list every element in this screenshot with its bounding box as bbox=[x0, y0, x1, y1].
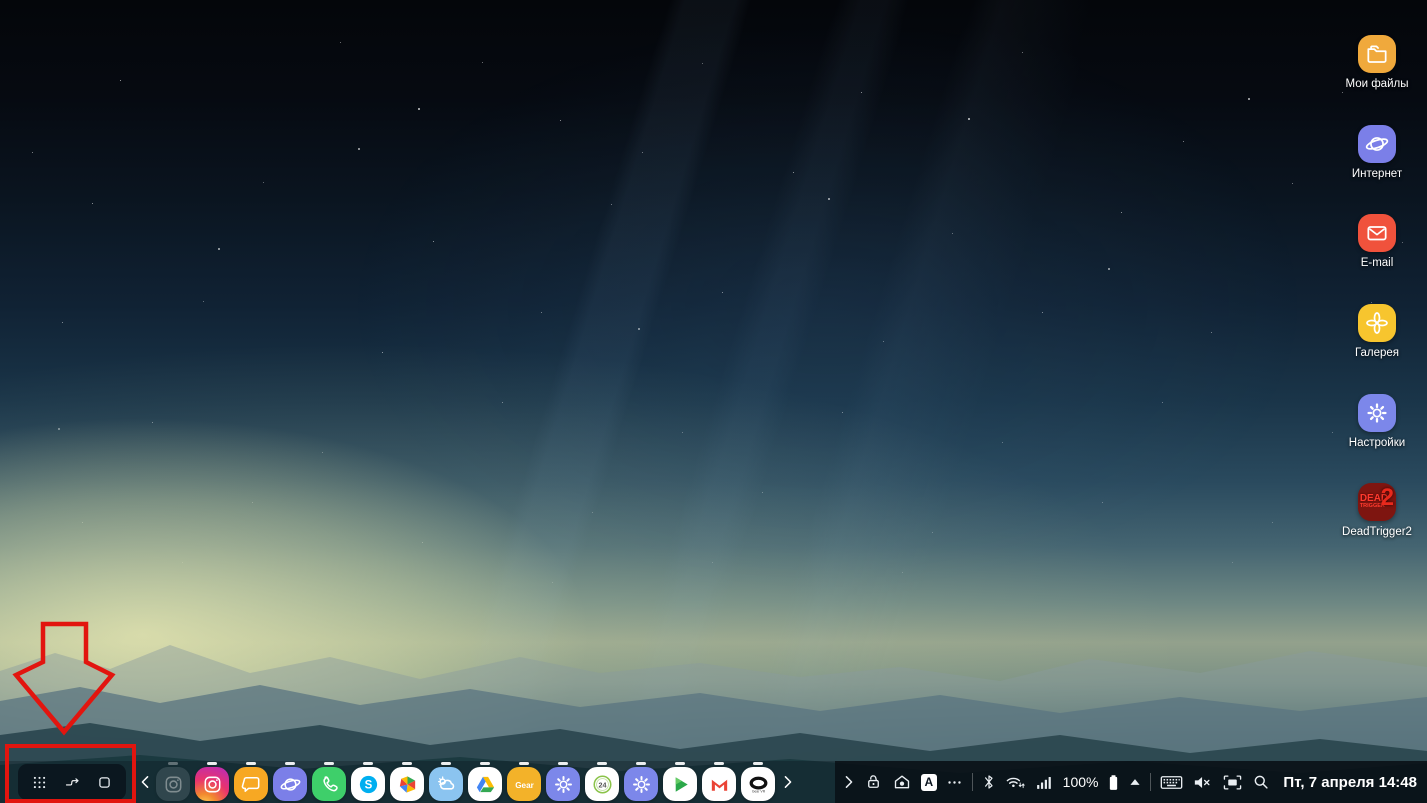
dead-trigger-2-icon: DEADTRIGGER2 bbox=[1358, 483, 1396, 521]
taskbar-app-internet-browser[interactable] bbox=[273, 761, 307, 803]
settings-icon bbox=[546, 767, 580, 801]
taskbar-app-messages[interactable] bbox=[234, 761, 268, 803]
system-tray: A 100% Пт, 7 апреля 14:48 bbox=[835, 761, 1427, 803]
weather-icon bbox=[429, 767, 463, 801]
running-indicator bbox=[753, 762, 763, 765]
settings-2-icon bbox=[624, 767, 658, 801]
taskbar-app-play-puzzle[interactable] bbox=[390, 761, 424, 803]
messages-icon bbox=[234, 767, 268, 801]
taskbar-app-instagram[interactable] bbox=[195, 761, 229, 803]
gallery-icon bbox=[1358, 304, 1396, 342]
taskbar-app-settings-2[interactable] bbox=[624, 761, 658, 803]
desktop-icon-label: Интернет bbox=[1352, 168, 1402, 181]
running-indicator bbox=[168, 762, 178, 765]
more-options-icon[interactable] bbox=[946, 774, 963, 791]
running-indicator bbox=[324, 762, 334, 765]
taskbar-app-gmail[interactable] bbox=[702, 761, 736, 803]
expand-up-icon[interactable] bbox=[1129, 777, 1141, 787]
tray-expand-icon[interactable] bbox=[843, 774, 855, 790]
running-indicator bbox=[207, 762, 217, 765]
keyboard-language-indicator[interactable]: A bbox=[921, 774, 937, 791]
internet-browser-icon bbox=[273, 767, 307, 801]
bluetooth-icon[interactable] bbox=[982, 773, 996, 791]
samsung-gear-icon: Gear bbox=[507, 767, 541, 801]
lock-open-icon[interactable] bbox=[864, 773, 883, 792]
keyboard-icon[interactable] bbox=[1160, 774, 1183, 791]
svg-text:24: 24 bbox=[598, 781, 606, 789]
cellular-signal-icon[interactable] bbox=[1035, 774, 1052, 791]
settings-icon bbox=[1358, 394, 1396, 432]
running-indicator bbox=[480, 762, 490, 765]
instagram-icon bbox=[195, 767, 229, 801]
volume-muted-icon[interactable] bbox=[1192, 774, 1213, 791]
taskbar-app-gear-vr[interactable]: Gear VR bbox=[741, 761, 775, 803]
apps-button[interactable] bbox=[29, 771, 51, 793]
taskbar-app-settings[interactable] bbox=[546, 761, 580, 803]
home-icon[interactable] bbox=[892, 773, 912, 792]
battery-percentage: 100% bbox=[1063, 774, 1099, 790]
running-indicator bbox=[285, 762, 295, 765]
desktop-icon-internet[interactable]: Интернет bbox=[1352, 125, 1402, 181]
taskbar: S Gear 24 Gear VR A 100% Пт, 7 апреля 14:48 bbox=[0, 761, 1427, 803]
running-indicator bbox=[402, 762, 412, 765]
clock-date[interactable]: Пт, 7 апреля 14:48 bbox=[1283, 774, 1417, 791]
search-icon[interactable] bbox=[1252, 773, 1270, 791]
running-indicator bbox=[558, 762, 568, 765]
navigation-buttons bbox=[18, 764, 126, 800]
running-indicator bbox=[675, 762, 685, 765]
taskbar-app-phone[interactable] bbox=[312, 761, 346, 803]
recents-button[interactable] bbox=[94, 771, 116, 793]
taskbar-app-google-play-games[interactable] bbox=[663, 761, 697, 803]
internet-icon bbox=[1358, 125, 1396, 163]
taskbar-app-skype[interactable]: S bbox=[351, 761, 385, 803]
taskbar-scroll-right-icon[interactable] bbox=[779, 761, 797, 803]
desktop-icon-my-files[interactable]: Мои файлы bbox=[1346, 35, 1409, 91]
samsung-dex-desktop: Мои файлы Интернет E-mail Галерея Настройки D… bbox=[0, 0, 1427, 803]
my-files-icon bbox=[1358, 35, 1396, 73]
desktop-icon-label: Мои файлы bbox=[1346, 78, 1409, 91]
app-24-icon: 24 bbox=[585, 767, 619, 801]
gmail-icon bbox=[702, 767, 736, 801]
taskbar-scroll-left-icon[interactable] bbox=[136, 761, 154, 803]
desktop-icon-settings[interactable]: Настройки bbox=[1349, 394, 1405, 450]
screen-capture-icon[interactable] bbox=[1222, 774, 1243, 791]
gear-vr-icon: Gear VR bbox=[741, 767, 775, 801]
running-indicator bbox=[714, 762, 724, 765]
running-indicator bbox=[597, 762, 607, 765]
svg-text:Gear: Gear bbox=[515, 780, 534, 789]
google-drive-icon bbox=[468, 767, 502, 801]
tray-divider bbox=[1150, 773, 1151, 791]
battery-icon[interactable] bbox=[1107, 773, 1120, 792]
desktop-icon-label: Галерея bbox=[1355, 347, 1399, 360]
google-play-games-icon bbox=[663, 767, 697, 801]
svg-text:Gear VR: Gear VR bbox=[751, 789, 765, 793]
taskbar-app-weather[interactable] bbox=[429, 761, 463, 803]
ghost-app-icon bbox=[156, 767, 190, 801]
running-indicator bbox=[441, 762, 451, 765]
back-button[interactable] bbox=[61, 771, 83, 793]
svg-text:S: S bbox=[364, 779, 372, 791]
running-indicator bbox=[519, 762, 529, 765]
taskbar-app-samsung-gear[interactable]: Gear bbox=[507, 761, 541, 803]
desktop-icon-label: DeadTrigger2 bbox=[1342, 526, 1412, 539]
tray-divider bbox=[972, 773, 973, 791]
wifi-icon[interactable] bbox=[1005, 774, 1026, 791]
desktop-icon-gallery[interactable]: Галерея bbox=[1355, 304, 1399, 360]
skype-icon: S bbox=[351, 767, 385, 801]
desktop-icon-label: E-mail bbox=[1361, 257, 1394, 270]
taskbar-app-google-drive[interactable] bbox=[468, 761, 502, 803]
phone-icon bbox=[312, 767, 346, 801]
running-indicator bbox=[636, 762, 646, 765]
desktop-shortcuts: Мои файлы Интернет E-mail Галерея Настройки D… bbox=[1331, 35, 1423, 539]
desktop-icon-label: Настройки bbox=[1349, 437, 1405, 450]
email-icon bbox=[1358, 214, 1396, 252]
desktop-icon-dead-trigger-2[interactable]: DEADTRIGGER2 DeadTrigger2 bbox=[1342, 483, 1412, 539]
running-indicator bbox=[246, 762, 256, 765]
desktop-icon-email[interactable]: E-mail bbox=[1358, 214, 1396, 270]
taskbar-app-app-24[interactable]: 24 bbox=[585, 761, 619, 803]
play-puzzle-icon bbox=[390, 767, 424, 801]
taskbar-app-row: S Gear 24 Gear VR bbox=[156, 761, 775, 803]
running-indicator bbox=[363, 762, 373, 765]
taskbar-app-ghost-app[interactable] bbox=[156, 761, 190, 803]
